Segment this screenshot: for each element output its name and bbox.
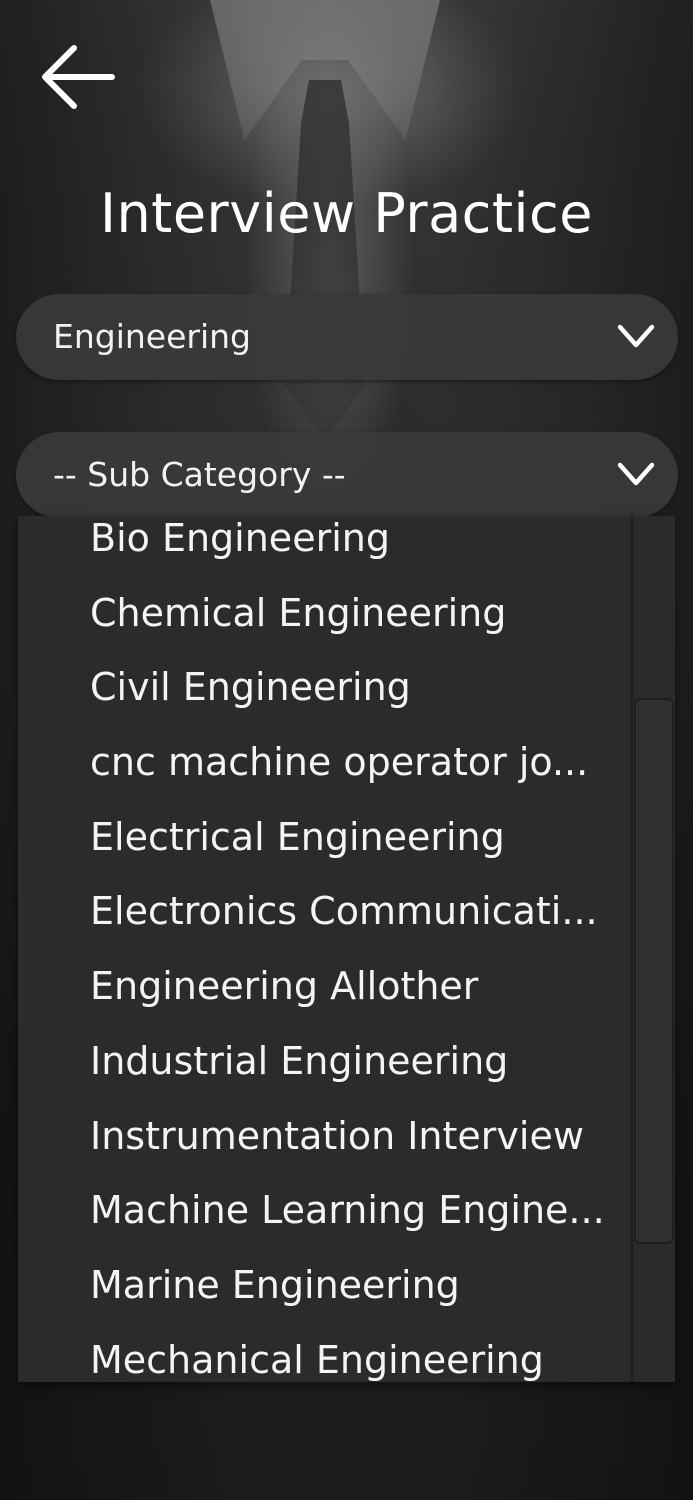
chevron-down-icon bbox=[616, 318, 656, 354]
dropdown-item[interactable]: Chemical Engineering bbox=[18, 576, 634, 651]
category-select[interactable]: Engineering bbox=[16, 294, 678, 380]
background-tie bbox=[285, 80, 365, 440]
dropdown-item[interactable]: Instrumentation Interview bbox=[18, 1099, 634, 1174]
category-select-value: Engineering bbox=[53, 317, 251, 356]
page-title: Interview Practice bbox=[100, 182, 593, 245]
dropdown-item[interactable]: Industrial Engineering bbox=[18, 1024, 634, 1099]
scrollbar-thumb[interactable] bbox=[634, 698, 674, 1244]
scrollbar-track[interactable] bbox=[631, 516, 675, 1382]
sub-category-dropdown: Bio Engineering Chemical Engineering Civ… bbox=[18, 516, 675, 1382]
dropdown-item[interactable]: Marine Engineering bbox=[18, 1248, 634, 1323]
arrow-left-icon bbox=[38, 42, 118, 112]
dropdown-list: Bio Engineering Chemical Engineering Civ… bbox=[18, 516, 634, 1382]
sub-category-select-value: -- Sub Category -- bbox=[53, 455, 346, 494]
dropdown-item[interactable]: cnc machine operator jo... bbox=[18, 725, 634, 800]
dropdown-item[interactable]: Machine Learning Engine... bbox=[18, 1173, 634, 1248]
dropdown-item[interactable]: Bio Engineering bbox=[18, 516, 634, 576]
dropdown-item[interactable]: Electronics Communicati... bbox=[18, 874, 634, 949]
dropdown-item[interactable]: Electrical Engineering bbox=[18, 800, 634, 875]
dropdown-item[interactable]: Mechanical Engineering bbox=[18, 1323, 634, 1382]
chevron-down-icon bbox=[616, 456, 656, 492]
sub-category-select[interactable]: -- Sub Category -- bbox=[16, 432, 678, 518]
app-screen: Interview Practice Engineering -- Sub Ca… bbox=[0, 0, 693, 1500]
dropdown-item[interactable]: Engineering Allother bbox=[18, 949, 634, 1024]
back-button[interactable] bbox=[38, 42, 118, 112]
dropdown-item[interactable]: Civil Engineering bbox=[18, 650, 634, 725]
